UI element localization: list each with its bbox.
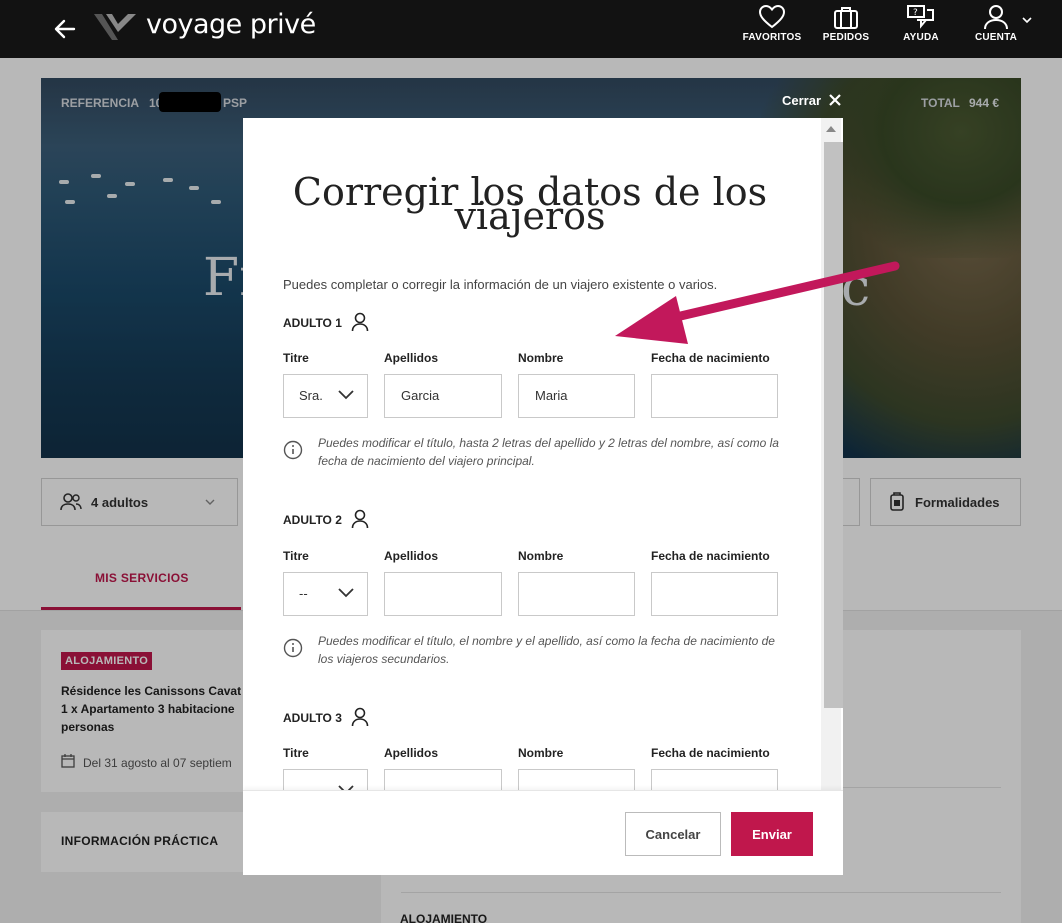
info-icon [283,440,303,460]
title-label: Titre [283,549,309,563]
nav-account[interactable]: CUENTA [960,4,1032,54]
cancel-button[interactable]: Cancelar [625,812,721,856]
name-label: Nombre [518,351,564,365]
bag-icon [834,7,858,29]
traveller-heading-text: ADULTO 1 [283,316,342,330]
name-label: Nombre [518,746,564,760]
name-input[interactable] [518,572,635,616]
surname-input[interactable] [384,572,502,616]
traveller-heading-text: ADULTO 2 [283,513,342,527]
scrollbar-thumb[interactable] [824,142,843,708]
top-navigation: voyage privé FAVORITOS PEDIDOS ? AYUDA C… [0,0,1062,58]
svg-text:?: ? [913,8,918,18]
title-select-value: Sra. [299,388,323,403]
chevron-down-icon [338,390,354,400]
title-label: Titre [283,351,309,365]
nav-label: AYUDA [903,32,939,43]
close-label: Cerrar [782,93,822,108]
title-select-value: -- [299,586,308,601]
name-value: Maria [535,388,568,403]
nav-help[interactable]: ? AYUDA [885,4,957,54]
modal-scrollbar[interactable] [821,118,843,790]
name-input[interactable]: Maria [518,374,635,418]
surname-label: Apellidos [384,746,439,760]
correct-travellers-modal: Corregir los datos de los viajeros Puede… [243,118,843,875]
traveller-note-text: Puedes modificar el título, el nombre y … [318,634,775,666]
surname-input[interactable]: Garcia [384,374,502,418]
logo-v-icon[interactable] [92,12,138,42]
nav-favorites[interactable]: FAVORITOS [736,4,808,54]
scroll-up-arrow-icon[interactable] [826,126,836,132]
traveller-note: Puedes modificar el título, el nombre y … [283,632,783,668]
nav-label: PEDIDOS [822,32,870,43]
nav-label: FAVORITOS [742,32,802,43]
birthdate-input[interactable] [651,374,778,418]
birthdate-input[interactable] [651,572,778,616]
chat-icon: ? [907,5,934,29]
heart-icon [758,4,786,29]
traveller-note: Puedes modificar el título, hasta 2 letr… [283,434,783,470]
traveller-heading: ADULTO 1 [283,312,369,332]
surname-label: Apellidos [384,351,439,365]
chevron-down-icon [1022,17,1032,24]
nav-label: CUENTA [974,32,1018,43]
birthdate-label: Fecha de nacimiento [651,351,770,365]
birthdate-label: Fecha de nacimiento [651,549,770,563]
traveller-heading: ADULTO 3 [283,707,369,727]
traveller-heading-text: ADULTO 3 [283,711,342,725]
surname-label: Apellidos [384,549,439,563]
modal-intro: Puedes completar o corregir la informaci… [283,277,718,292]
person-icon [351,509,369,529]
modal-title: Corregir los datos de los viajeros [292,170,768,238]
modal-footer: Cancelar Enviar [243,790,843,875]
name-label: Nombre [518,549,564,563]
title-label: Titre [283,746,309,760]
user-icon [984,5,1008,30]
traveller-note-text: Puedes modificar el título, hasta 2 letr… [318,436,779,468]
person-icon [351,707,369,727]
title-select[interactable]: Sra. [283,374,368,418]
logo-text[interactable]: voyage privé [146,9,316,40]
traveller-heading: ADULTO 2 [283,509,369,529]
back-arrow-icon[interactable] [52,16,78,42]
person-icon [351,312,369,332]
surname-value: Garcia [401,388,440,403]
submit-button[interactable]: Enviar [731,812,813,856]
chevron-down-icon [338,588,354,598]
close-icon [828,94,841,106]
title-select[interactable]: -- [283,572,368,616]
info-icon [283,638,303,658]
close-button[interactable]: Cerrar [782,93,841,108]
birthdate-label: Fecha de nacimiento [651,746,770,760]
nav-orders[interactable]: PEDIDOS [810,4,882,54]
